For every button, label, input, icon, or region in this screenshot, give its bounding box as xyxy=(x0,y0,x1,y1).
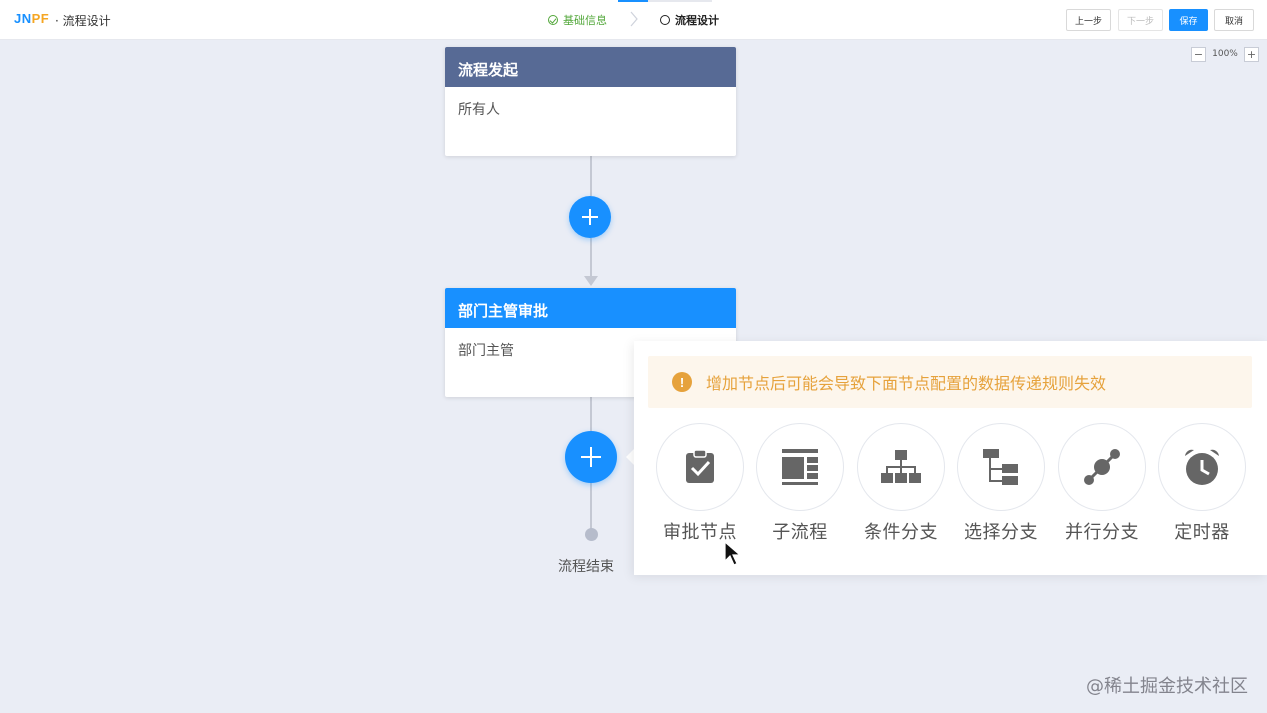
node-title: 流程发起 xyxy=(445,47,736,87)
add-node-button-active[interactable] xyxy=(565,431,617,483)
option-label: 定时器 xyxy=(1174,522,1230,543)
option-select-branch[interactable]: 选择分支 xyxy=(955,423,1047,544)
step-flow-design[interactable]: 流程设计 xyxy=(660,12,719,28)
option-timer[interactable]: 定时器 xyxy=(1156,423,1248,544)
zoom-out-button[interactable]: − xyxy=(1191,46,1206,62)
warning-text: 增加节点后可能会导致下面节点配置的数据传递规则失效 xyxy=(706,374,1107,393)
add-node-popover: ! 增加节点后可能会导致下面节点配置的数据传递规则失效 审批节点 子流程 条件分… xyxy=(634,341,1267,575)
app-title: · 流程设计 xyxy=(55,14,111,28)
connector-line xyxy=(590,238,592,276)
parallel-nodes-icon xyxy=(1084,449,1120,485)
option-label: 子流程 xyxy=(772,522,828,543)
option-label: 并行分支 xyxy=(1065,522,1139,543)
step-progress-bar xyxy=(618,0,712,2)
plus-icon xyxy=(582,209,598,225)
save-button[interactable]: 保存 xyxy=(1169,9,1208,31)
option-icon-circle[interactable] xyxy=(656,423,744,511)
option-icon-circle[interactable] xyxy=(756,423,844,511)
sitemap-icon xyxy=(881,450,921,483)
warning-alert: ! 增加节点后可能会导致下面节点配置的数据传递规则失效 xyxy=(648,356,1252,408)
mouse-cursor-icon xyxy=(724,541,742,566)
zoom-value: 100% xyxy=(1212,49,1238,59)
node-title: 部门主管审批 xyxy=(445,288,736,328)
option-icon-circle[interactable] xyxy=(1158,423,1246,511)
option-parallel-branch[interactable]: 并行分支 xyxy=(1056,423,1148,544)
connector-line xyxy=(590,483,592,529)
check-circle-icon xyxy=(548,15,558,25)
option-icon-circle[interactable] xyxy=(1058,423,1146,511)
option-icon-circle[interactable] xyxy=(957,423,1045,511)
step-label: 基础信息 xyxy=(563,14,607,27)
option-subprocess[interactable]: 子流程 xyxy=(754,423,846,544)
connector-line xyxy=(590,397,592,431)
next-step-button[interactable]: 下一步 xyxy=(1118,9,1163,31)
popover-arrow xyxy=(626,449,634,465)
subprocess-icon xyxy=(782,449,818,485)
prev-step-button[interactable]: 上一步 xyxy=(1066,9,1111,31)
zoom-in-button[interactable]: + xyxy=(1244,46,1259,62)
node-type-options: 审批节点 子流程 条件分支 选择分支 并行分支 定时器 xyxy=(654,423,1254,543)
connector-line xyxy=(590,156,592,196)
chevron-right-icon xyxy=(630,11,638,27)
option-approval-node[interactable]: 审批节点 xyxy=(654,423,746,544)
circle-icon xyxy=(660,15,670,25)
option-icon-circle[interactable] xyxy=(857,423,945,511)
add-node-button[interactable] xyxy=(569,196,611,238)
node-content: 所有人 xyxy=(458,102,500,118)
option-label: 条件分支 xyxy=(864,522,938,543)
step-basic-info[interactable]: 基础信息 xyxy=(548,12,607,28)
watermark: @稀土掘金技术社区 xyxy=(1086,676,1248,697)
step-label: 流程设计 xyxy=(675,14,719,27)
flow-end-label: 流程结束 xyxy=(558,559,614,575)
zoom-control: − 100% + xyxy=(1191,46,1259,62)
option-label: 选择分支 xyxy=(964,522,1038,543)
top-bar: JNPF · 流程设计 基础信息 流程设计 上一步 下一步 保存 取消 xyxy=(0,0,1267,40)
option-condition-branch[interactable]: 条件分支 xyxy=(855,423,947,544)
tree-branch-icon xyxy=(983,449,1018,485)
cancel-button[interactable]: 取消 xyxy=(1214,9,1254,31)
flow-start-node[interactable]: 流程发起 所有人 xyxy=(445,47,736,156)
alarm-clock-icon xyxy=(1185,449,1219,485)
clipboard-check-icon xyxy=(686,449,714,483)
warning-icon: ! xyxy=(672,372,692,392)
app-logo: JNPF xyxy=(14,11,50,26)
arrow-down-icon xyxy=(584,276,598,286)
plus-icon xyxy=(581,447,601,467)
flow-end-dot xyxy=(585,528,598,541)
